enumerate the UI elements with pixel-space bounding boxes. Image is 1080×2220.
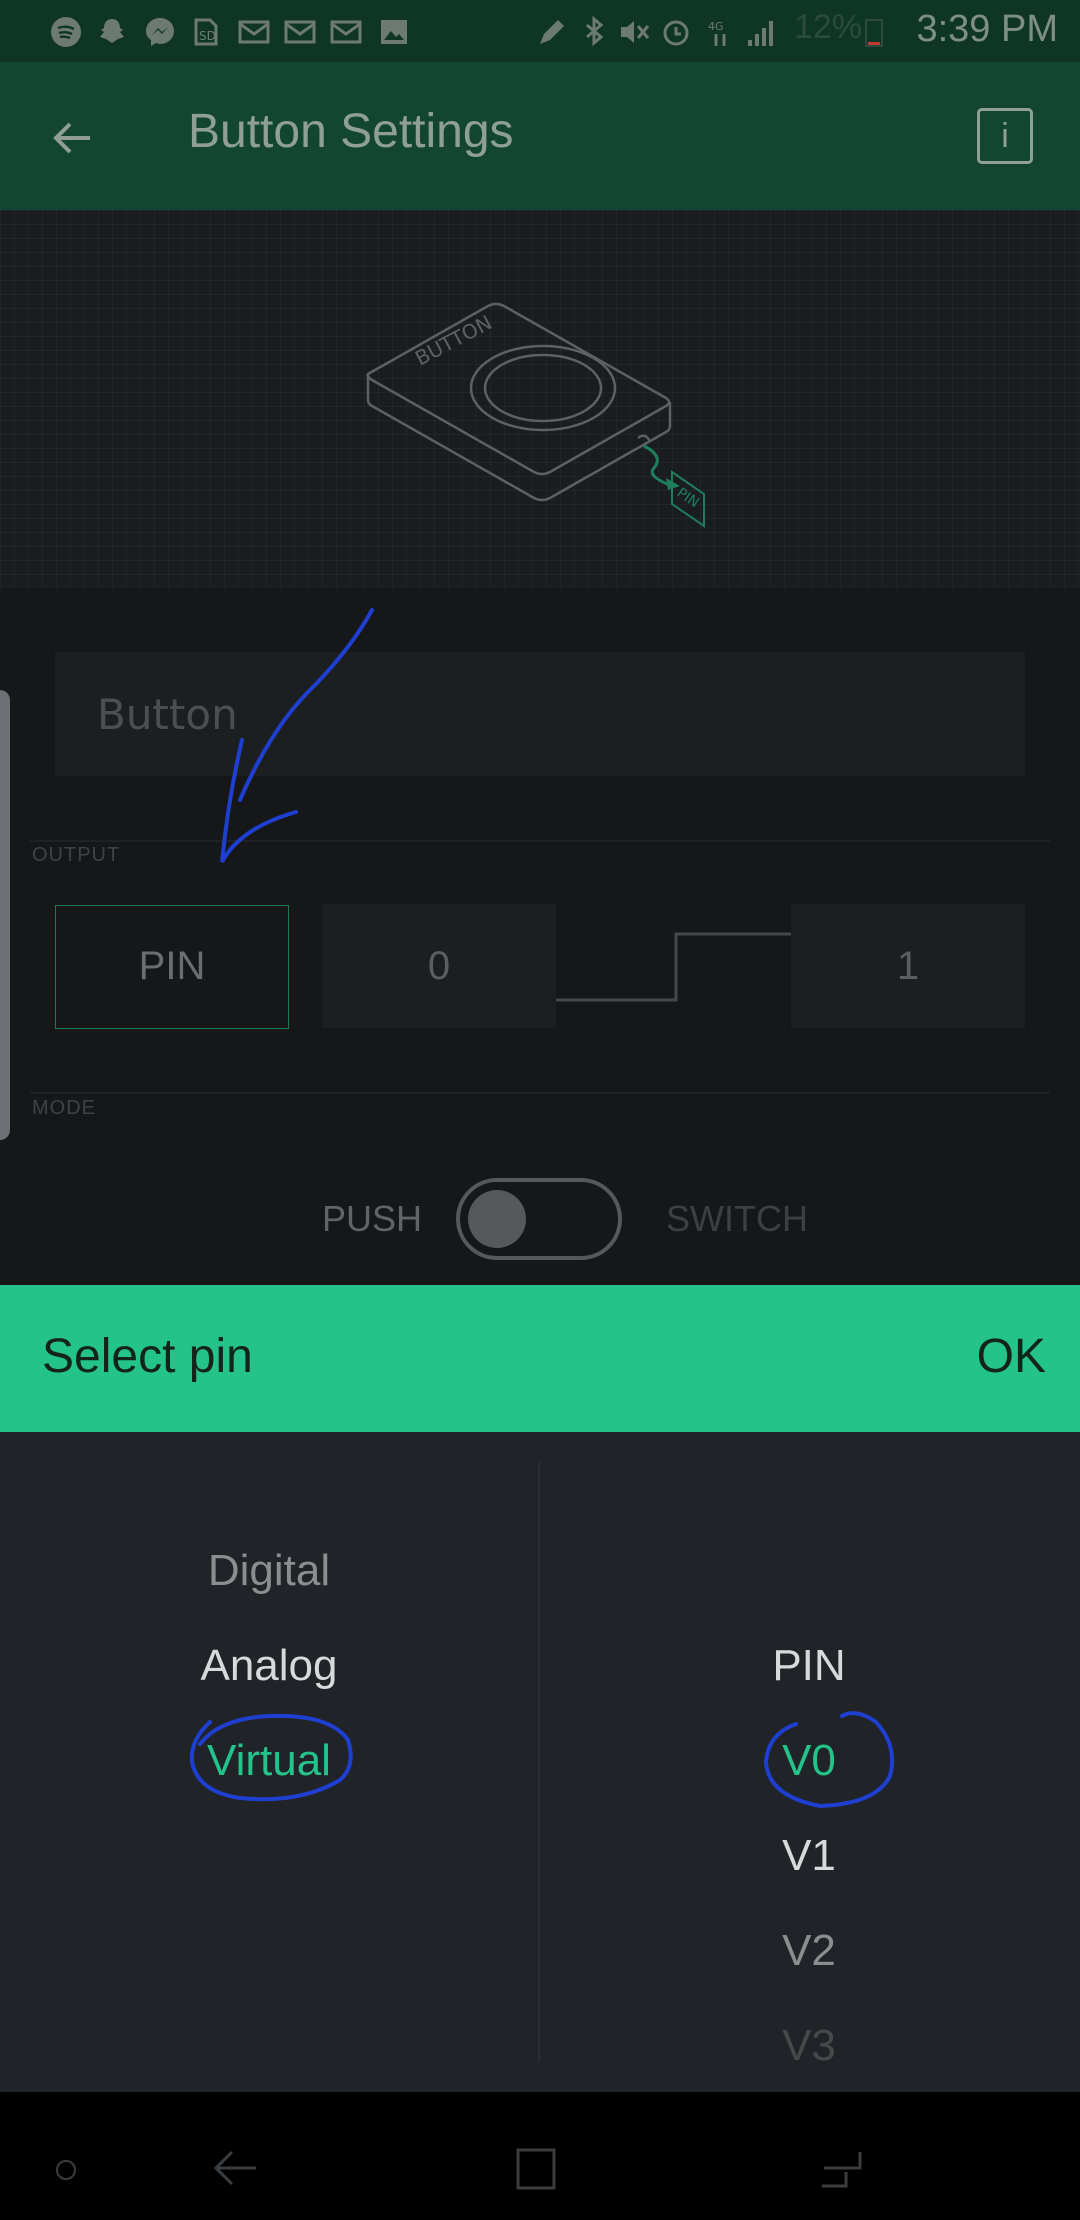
data-icon: 4G	[708, 20, 726, 46]
toggle-knob	[468, 1190, 526, 1248]
pin-type-digital[interactable]: Digital	[0, 1546, 538, 1596]
mode-toggle[interactable]	[456, 1178, 622, 1260]
pin-type-analog[interactable]: Analog	[0, 1641, 538, 1691]
info-label: i	[1001, 117, 1009, 155]
nav-back-icon[interactable]	[210, 2144, 260, 2192]
annotation-arrow	[220, 608, 374, 863]
app-bar: Button Settings i	[0, 62, 1080, 210]
mute-icon	[621, 21, 650, 43]
alarm-icon	[663, 20, 689, 46]
divider	[30, 1092, 1050, 1094]
edge-panel-handle[interactable]	[0, 690, 10, 1140]
nav-home-dot-icon[interactable]	[56, 2160, 76, 2180]
output-label: OUTPUT	[32, 844, 121, 866]
high-value-field[interactable]: 1	[791, 904, 1025, 1028]
nav-recents-icon[interactable]	[818, 2144, 868, 2192]
navigation-bar	[0, 2092, 1080, 2220]
battery-percent: 12%	[794, 8, 863, 46]
page-title: Button Settings	[188, 105, 514, 158]
arrow-left-icon[interactable]	[48, 114, 96, 162]
device-label: BUTTON	[411, 310, 496, 370]
pin-option-v3[interactable]: V3	[540, 2021, 1078, 2071]
pen-icon	[540, 20, 564, 44]
button-illustration: BUTTON PIN	[366, 302, 705, 528]
svg-text:SD: SD	[199, 29, 216, 43]
pin-option-v1[interactable]: V1	[540, 1831, 1078, 1881]
step-signal-line	[556, 932, 792, 1002]
snapchat-icon	[100, 19, 124, 43]
spotify-icon	[51, 17, 81, 47]
ok-button[interactable]: OK	[977, 1329, 1046, 1384]
bluetooth-icon	[586, 16, 604, 47]
status-time: 3:39 PM	[916, 8, 1058, 50]
messenger-icon	[146, 18, 174, 46]
low-value-field[interactable]: 0	[322, 904, 556, 1028]
widget-preview: BUTTON PIN	[0, 210, 1080, 588]
annotation-circle-v0	[763, 1711, 895, 1809]
mode-push-label: PUSH	[322, 1198, 423, 1239]
pin-select-button[interactable]: PIN	[55, 905, 289, 1029]
mail-icon	[330, 20, 362, 44]
info-icon[interactable]: i	[977, 108, 1033, 164]
select-pin-title: Select pin	[42, 1330, 253, 1383]
mail-icon	[238, 20, 270, 44]
pin-option-v2[interactable]: V2	[540, 1926, 1078, 1976]
status-bar: SD 4G 12% 3:39 PM	[0, 0, 1080, 62]
mode-label: MODE	[32, 1097, 96, 1119]
mode-switch-label: SWITCH	[666, 1198, 808, 1239]
signal-icon	[748, 21, 773, 46]
select-pin-header: Select pin OK	[0, 1285, 1080, 1432]
svg-text:4G: 4G	[708, 20, 724, 33]
divider	[30, 840, 1050, 842]
battery-icon	[865, 19, 883, 47]
annotation-circle-virtual	[189, 1713, 353, 1802]
sd-card-icon: SD	[194, 18, 218, 46]
nav-home-icon[interactable]	[514, 2142, 564, 2192]
image-icon	[381, 20, 407, 44]
pin-option-pin[interactable]: PIN	[540, 1641, 1078, 1691]
mail-icon	[284, 20, 316, 44]
